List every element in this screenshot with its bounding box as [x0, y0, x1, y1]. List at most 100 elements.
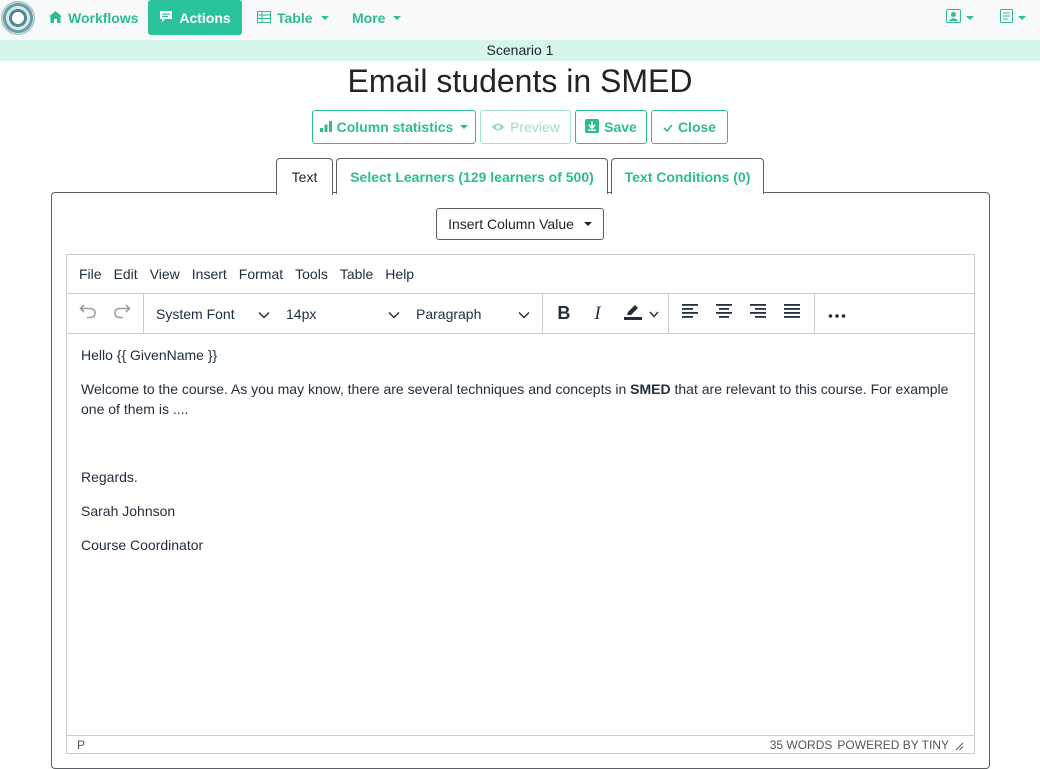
- preview-label: Preview: [510, 119, 560, 135]
- save-button[interactable]: Save: [575, 110, 647, 144]
- menu-tools[interactable]: Tools: [289, 266, 334, 282]
- nav-actions[interactable]: Actions: [148, 0, 242, 35]
- editor-toolbar: System Font 14px Paragraph B I: [67, 294, 974, 334]
- menu-view[interactable]: View: [144, 266, 186, 282]
- chevron-down-icon: [258, 306, 270, 322]
- align-center-icon: [715, 303, 733, 324]
- history-group: [67, 294, 144, 333]
- tab-select-learners[interactable]: Select Learners (129 learners of 500): [336, 158, 608, 194]
- bold-icon: B: [557, 303, 571, 323]
- docs-menu[interactable]: [1000, 8, 1026, 28]
- more-group: [815, 294, 859, 333]
- regards-paragraph: Regards.: [81, 469, 138, 485]
- column-statistics-button[interactable]: Column statistics: [312, 110, 476, 144]
- nav-workflows[interactable]: Workflows: [40, 0, 148, 35]
- align-right-icon: [749, 303, 767, 324]
- alignment-group: [669, 294, 815, 333]
- status-right: 35 WORDS POWERED BY TINY: [770, 738, 964, 752]
- chevron-down-icon: [1018, 16, 1026, 20]
- editor-menubar: File Edit View Insert Format Tools Table…: [67, 255, 974, 294]
- more-options-button[interactable]: [820, 297, 854, 331]
- rich-text-editor: File Edit View Insert Format Tools Table…: [66, 254, 975, 754]
- align-left-icon: [681, 303, 699, 324]
- menu-help[interactable]: Help: [379, 266, 420, 282]
- tab-text-conditions[interactable]: Text Conditions (0): [611, 158, 764, 194]
- menu-edit[interactable]: Edit: [108, 266, 144, 282]
- tab-text-label: Text: [291, 169, 318, 185]
- home-icon: [49, 10, 62, 26]
- editor-statusbar: P 35 WORDS POWERED BY TINY: [67, 735, 974, 753]
- text-style-group: B I: [543, 294, 669, 333]
- redo-icon: [113, 303, 131, 324]
- empty-paragraph: [81, 433, 961, 453]
- font-family-value: System Font: [156, 305, 235, 322]
- chevron-down-icon: [320, 15, 329, 20]
- resize-handle-icon[interactable]: [954, 740, 964, 750]
- column-statistics-label: Column statistics: [336, 119, 454, 135]
- font-size-value: 14px: [286, 305, 317, 322]
- navbar: Workflows Actions Table More: [0, 0, 1040, 40]
- align-left-button[interactable]: [673, 297, 707, 331]
- table-icon: [257, 10, 271, 26]
- menu-insert[interactable]: Insert: [186, 266, 233, 282]
- nav-more-label: More: [352, 9, 386, 26]
- align-right-button[interactable]: [741, 297, 775, 331]
- menu-table[interactable]: Table: [334, 266, 379, 282]
- insert-column-value-button[interactable]: Insert Column Value: [436, 208, 604, 240]
- align-justify-icon: [783, 303, 801, 324]
- font-family-select[interactable]: System Font: [144, 297, 274, 331]
- chevron-down-icon: [583, 222, 592, 226]
- close-button[interactable]: Close: [651, 110, 728, 144]
- editor-content[interactable]: Hello {{ GivenName }} Welcome to the cou…: [81, 345, 961, 569]
- element-path[interactable]: P: [77, 738, 85, 752]
- italic-icon: I: [594, 302, 601, 324]
- align-center-button[interactable]: [707, 297, 741, 331]
- menu-file[interactable]: File: [73, 266, 108, 282]
- signature-name: Sarah Johnson: [81, 503, 176, 519]
- align-justify-button[interactable]: [775, 297, 809, 331]
- block-format-value: Paragraph: [416, 305, 482, 322]
- chevron-down-icon: [966, 16, 974, 20]
- tab-select-learners-label: Select Learners (129 learners of 500): [350, 168, 594, 185]
- undo-button[interactable]: [71, 297, 105, 331]
- font-size-select[interactable]: 14px: [274, 297, 404, 331]
- nav-actions-label: Actions: [179, 9, 231, 26]
- user-profile-icon: [946, 8, 961, 28]
- powered-by-link[interactable]: POWERED BY TINY: [837, 738, 949, 752]
- preview-button[interactable]: Preview: [480, 110, 571, 144]
- comment-icon: [159, 10, 173, 26]
- eye-icon: [491, 119, 505, 135]
- ellipsis-icon: [828, 305, 846, 323]
- body-text-bold: SMED: [630, 381, 671, 397]
- highlighter-icon: [623, 302, 643, 325]
- signature-role: Course Coordinator: [81, 537, 204, 553]
- close-label: Close: [677, 119, 717, 135]
- word-count[interactable]: 35 WORDS: [770, 738, 833, 752]
- insert-column-value-label: Insert Column Value: [448, 216, 574, 232]
- nav-table[interactable]: Table: [248, 0, 338, 35]
- check-icon: [663, 119, 673, 135]
- user-menu[interactable]: [946, 8, 974, 28]
- nav-workflows-label: Workflows: [68, 9, 139, 26]
- bar-chart-icon: [319, 119, 332, 135]
- nav-more[interactable]: More: [343, 0, 410, 35]
- body-paragraph: Welcome to the course. As you may know, …: [81, 379, 961, 419]
- nav-table-label: Table: [277, 9, 313, 26]
- chevron-down-icon: [393, 15, 402, 20]
- redo-button[interactable]: [105, 297, 139, 331]
- tab-text[interactable]: Text: [276, 158, 333, 195]
- body-text-start: Welcome to the course. As you may know, …: [81, 381, 631, 397]
- tab-text-conditions-label: Text Conditions (0): [624, 168, 751, 185]
- chevron-down-icon: [649, 305, 659, 323]
- italic-button[interactable]: I: [581, 297, 615, 331]
- block-format-select[interactable]: Paragraph: [404, 297, 534, 331]
- save-icon: [585, 118, 600, 136]
- app-logo[interactable]: [1, 1, 35, 35]
- page-title: Email students in SMED: [347, 63, 693, 99]
- highlight-color-button[interactable]: [614, 297, 668, 331]
- bold-button[interactable]: B: [547, 297, 581, 331]
- save-label: Save: [604, 119, 637, 135]
- scenario-label: Scenario 1: [486, 42, 554, 58]
- format-selects-group: System Font 14px Paragraph: [144, 294, 543, 333]
- menu-format[interactable]: Format: [233, 266, 289, 282]
